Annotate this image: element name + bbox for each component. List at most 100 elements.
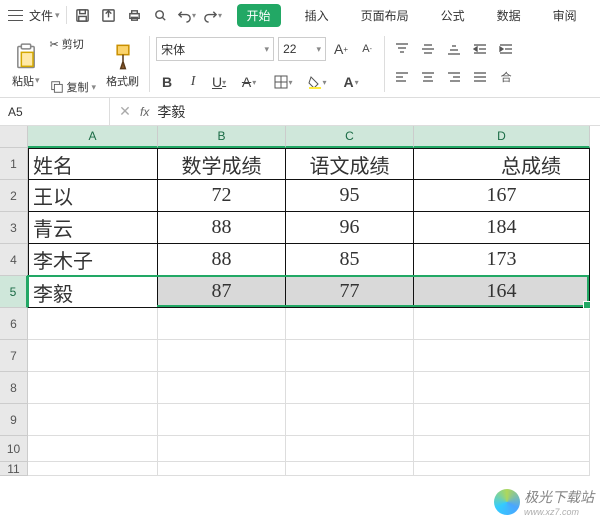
cell[interactable] [158, 372, 286, 404]
save-as-icon[interactable] [99, 5, 119, 25]
cell[interactable] [28, 462, 158, 476]
data-cell[interactable]: 王以 [28, 180, 158, 212]
align-top-button[interactable] [391, 36, 413, 62]
tab-formula[interactable]: 公式 [433, 3, 473, 28]
data-cell[interactable]: 88 [158, 212, 286, 244]
row-header[interactable]: 9 [0, 404, 28, 436]
font-size-select[interactable]: 22 ▾ [278, 37, 326, 61]
decrease-font-button[interactable]: A- [356, 37, 378, 61]
cell[interactable] [286, 436, 414, 462]
align-bottom-button[interactable] [443, 36, 465, 62]
cell[interactable] [28, 340, 158, 372]
cell[interactable] [286, 308, 414, 340]
row-header[interactable]: 10 [0, 436, 28, 462]
row-header[interactable]: 2 [0, 180, 28, 212]
data-cell[interactable]: 184 [414, 212, 590, 244]
decrease-indent-button[interactable] [469, 36, 491, 62]
format-painter-button[interactable]: 格式刷 [102, 36, 143, 95]
cell[interactable] [414, 462, 590, 476]
file-menu[interactable]: 文件 ▾ [29, 7, 60, 24]
data-cell[interactable]: 95 [286, 180, 414, 212]
cell[interactable] [286, 372, 414, 404]
cell[interactable] [158, 436, 286, 462]
cell[interactable] [414, 436, 590, 462]
data-cell[interactable]: 173 [414, 244, 590, 276]
cell[interactable] [158, 462, 286, 476]
print-icon[interactable] [125, 5, 145, 25]
cell[interactable] [286, 404, 414, 436]
align-center-button[interactable] [417, 64, 439, 90]
data-cell[interactable]: 87 [158, 276, 286, 308]
data-cell[interactable]: 96 [286, 212, 414, 244]
increase-indent-button[interactable] [495, 36, 517, 62]
column-header[interactable]: C [286, 126, 414, 148]
align-middle-button[interactable] [417, 36, 439, 62]
cell[interactable] [414, 308, 590, 340]
column-header[interactable]: B [158, 126, 286, 148]
column-header[interactable]: A [28, 126, 158, 148]
undo-icon[interactable]: ▾ [177, 5, 197, 25]
merge-button[interactable]: 合 [495, 64, 517, 90]
tab-insert[interactable]: 插入 [297, 3, 337, 28]
italic-button[interactable]: I [182, 70, 204, 94]
font-color-button[interactable]: A▾ [336, 70, 366, 94]
data-cell[interactable]: 167 [414, 180, 590, 212]
header-cell[interactable]: 姓名 [28, 148, 158, 180]
data-cell[interactable]: 77 [286, 276, 414, 308]
data-cell[interactable]: 85 [286, 244, 414, 276]
cell[interactable] [414, 340, 590, 372]
row-header[interactable]: 1 [0, 148, 28, 180]
active-cell[interactable]: 李毅 [29, 277, 157, 307]
row-header[interactable]: 6 [0, 308, 28, 340]
data-cell[interactable]: 164 [414, 276, 590, 308]
font-name-select[interactable]: 宋体 ▾ [156, 37, 274, 61]
align-left-button[interactable] [391, 64, 413, 90]
tab-review[interactable]: 审阅 [545, 3, 585, 28]
data-cell[interactable]: 青云 [28, 212, 158, 244]
row-header[interactable]: 4 [0, 244, 28, 276]
data-cell[interactable]: 88 [158, 244, 286, 276]
fill-color-button[interactable]: ▾ [302, 70, 332, 94]
data-cell[interactable]: 李木子 [28, 244, 158, 276]
paste-button[interactable]: 粘贴▾ [8, 36, 44, 95]
header-cell[interactable]: 数学成绩 [158, 148, 286, 180]
row-header[interactable]: 11 [0, 462, 28, 476]
column-header[interactable]: D [414, 126, 590, 148]
row-header[interactable]: 7 [0, 340, 28, 372]
cell[interactable] [28, 308, 158, 340]
row-header[interactable]: 5 [0, 276, 28, 308]
data-cell[interactable]: 72 [158, 180, 286, 212]
cell[interactable] [28, 372, 158, 404]
copy-button[interactable]: 复制▾ [50, 79, 97, 95]
fx-icon[interactable]: fx [140, 105, 149, 119]
header-cell[interactable]: 总成绩 [414, 148, 590, 180]
name-box[interactable]: A5 [0, 98, 110, 125]
cell[interactable] [158, 404, 286, 436]
align-right-button[interactable] [443, 64, 465, 90]
cell[interactable] [158, 308, 286, 340]
print-preview-icon[interactable] [151, 5, 171, 25]
cancel-icon[interactable]: ✕ [118, 102, 132, 122]
cell[interactable] [414, 372, 590, 404]
save-icon[interactable] [73, 5, 93, 25]
row-header[interactable]: 3 [0, 212, 28, 244]
cell[interactable] [28, 404, 158, 436]
border-button[interactable]: ▾ [268, 70, 298, 94]
bold-button[interactable]: B [156, 70, 178, 94]
row-header[interactable]: 8 [0, 372, 28, 404]
strikethrough-button[interactable]: A▾ [234, 70, 264, 94]
cell[interactable] [28, 436, 158, 462]
redo-icon[interactable]: ▾ [203, 5, 223, 25]
cell[interactable] [286, 340, 414, 372]
cut-button[interactable]: ✂ 剪切 [50, 36, 97, 52]
header-cell[interactable]: 语文成绩 [286, 148, 414, 180]
underline-button[interactable]: U▾ [208, 70, 230, 94]
increase-font-button[interactable]: A+ [330, 37, 352, 61]
formula-input[interactable]: 李毅 [157, 102, 592, 122]
cell[interactable] [286, 462, 414, 476]
select-all-corner[interactable] [0, 126, 28, 148]
cell[interactable] [414, 404, 590, 436]
tab-data[interactable]: 数据 [489, 3, 529, 28]
cell[interactable] [158, 340, 286, 372]
tab-start[interactable]: 开始 [237, 4, 281, 27]
